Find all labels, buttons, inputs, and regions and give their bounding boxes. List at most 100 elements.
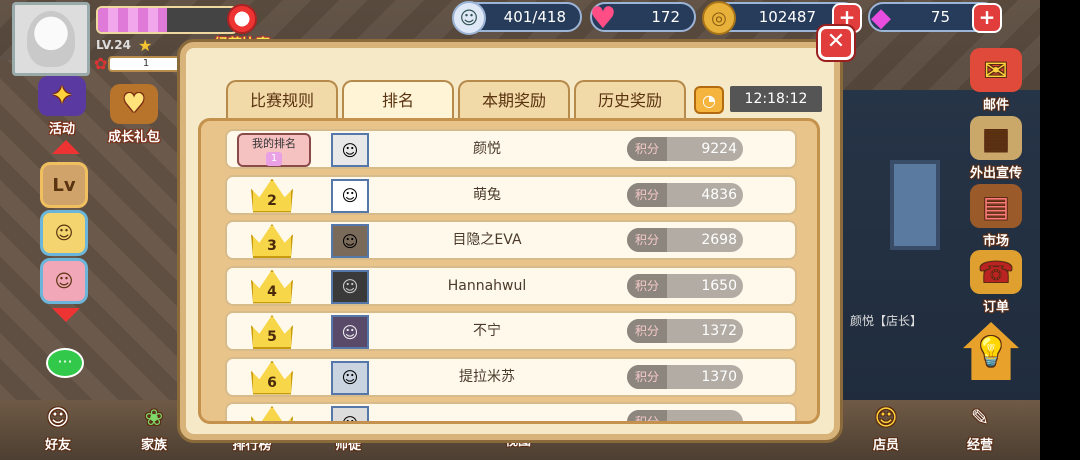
score-label: 积分 bbox=[627, 228, 667, 252]
add-gems-button[interactable]: + bbox=[972, 3, 1002, 33]
score-pill: 积分 9224 bbox=[627, 137, 743, 161]
player-name: 萌兔 bbox=[473, 186, 501, 203]
crown-icon: 5 bbox=[251, 315, 293, 349]
shop-owner-nametag: 颜悦【店长】 bbox=[850, 314, 923, 328]
tab-history-rewards[interactable]: 历史奖励 bbox=[574, 80, 686, 120]
rank-number: 1 bbox=[266, 152, 282, 166]
contest-ranking-dialog: 比赛规则 排名 本期奖励 历史奖励 ◔ 12:18:12 我的排名 1 ☺ 颜悦… bbox=[180, 42, 840, 440]
gems-value: 75 bbox=[930, 8, 950, 26]
coins-value: 102487 bbox=[758, 8, 816, 26]
rank-number: 2 bbox=[267, 192, 277, 209]
score-pill: 积分 1650 bbox=[627, 273, 743, 298]
rank-number: 5 bbox=[267, 329, 277, 345]
mail-button[interactable]: ✉ 邮件 bbox=[958, 48, 1034, 113]
player-level: LV.24 bbox=[96, 38, 131, 52]
score-value: 2698 bbox=[701, 232, 737, 248]
shop-staff-label: 店员 bbox=[872, 438, 899, 453]
market-button[interactable]: ▤ 市场 bbox=[958, 184, 1034, 249]
my-rank-badge: 我的排名 1 bbox=[237, 133, 311, 167]
market-basket-icon: ▤ bbox=[970, 184, 1022, 228]
screen-edge bbox=[1040, 0, 1080, 460]
crown-icon: 4 bbox=[251, 269, 293, 304]
close-button[interactable]: ✕ bbox=[818, 26, 854, 60]
scroll-down-arrow-icon[interactable] bbox=[52, 308, 80, 322]
promote-button[interactable]: ▦ 外出宣传 bbox=[954, 116, 1038, 181]
countdown-timer: 12:18:12 bbox=[730, 86, 822, 112]
crown-icon: 2 bbox=[251, 178, 293, 213]
scroll-up-arrow-icon[interactable] bbox=[52, 140, 80, 154]
lv-slot[interactable]: Lv bbox=[40, 162, 88, 208]
score-pill: 积分 1372 bbox=[627, 319, 743, 343]
player-name: 提拉米苏 bbox=[459, 368, 515, 385]
avatar[interactable]: ☺ bbox=[331, 360, 369, 395]
ranking-row[interactable]: 5 ☺ 不宁 积分 1372 bbox=[225, 311, 797, 351]
hearts-value: 172 bbox=[651, 8, 680, 26]
friends-button[interactable]: ☺ 好友 bbox=[28, 404, 88, 453]
coin-icon: ◎ bbox=[702, 1, 736, 35]
order-phone-icon: ☎ bbox=[970, 250, 1022, 294]
character-slot-blonde[interactable]: ☺ bbox=[40, 210, 88, 256]
avatar[interactable]: ☺ bbox=[331, 406, 369, 421]
avatar[interactable]: ☺ bbox=[331, 315, 369, 349]
resource-gems: ◆ 75 + bbox=[868, 2, 1002, 33]
market-label: 市场 bbox=[982, 234, 1009, 249]
ranking-row-partial[interactable]: ☺ 积分 bbox=[225, 402, 797, 421]
megaphone-icon: ✉ bbox=[970, 48, 1022, 92]
score-value: 1372 bbox=[701, 323, 737, 339]
ranking-row[interactable]: 4 ☺ Hannahwul 积分 1650 bbox=[225, 265, 797, 306]
score-label: 积分 bbox=[627, 410, 667, 421]
avatar[interactable]: ☺ bbox=[331, 269, 369, 304]
alarm-clock-icon bbox=[227, 4, 257, 34]
party-popper-icon: ✦ bbox=[38, 76, 86, 116]
map-icon: ▦ bbox=[970, 116, 1022, 160]
score-label: 积分 bbox=[627, 182, 667, 207]
ranking-row[interactable]: 3 ☺ 目隐之EVA 积分 2698 bbox=[225, 220, 797, 260]
shop-staff-button[interactable]: ☺ 店员 bbox=[856, 404, 916, 453]
activity-button[interactable]: ✦ 活动 bbox=[34, 76, 90, 137]
ranking-row[interactable]: 我的排名 1 ☺ 颜悦 积分 9224 bbox=[225, 129, 797, 169]
orders-button[interactable]: ☎ 订单 bbox=[958, 250, 1034, 315]
player-name: Hannahwul bbox=[447, 277, 527, 294]
player-avatar[interactable] bbox=[12, 2, 90, 76]
ranking-list[interactable]: 我的排名 1 ☺ 颜悦 积分 9224 2 ☺ 萌兔 积分 4836 3 ☺ 目… bbox=[198, 118, 820, 424]
family-button[interactable]: ❀ 家族 bbox=[124, 404, 184, 453]
tab-ranking[interactable]: 排名 bbox=[342, 80, 454, 120]
friends-icon: ☺ bbox=[46, 406, 70, 431]
growth-gift-label: 成长礼包 bbox=[107, 130, 160, 145]
ranking-row[interactable]: 2 ☺ 萌兔 积分 4836 bbox=[225, 174, 797, 215]
lv-slot-label: Lv bbox=[52, 174, 76, 196]
avatar[interactable]: ☺ bbox=[331, 178, 369, 213]
my-rank-label: 我的排名 bbox=[252, 137, 296, 150]
rose-icon: ✿ bbox=[94, 54, 108, 73]
manage-button[interactable]: ✎ 经营 bbox=[950, 404, 1010, 453]
notebook-pen-icon: ✎ bbox=[970, 406, 990, 431]
dialog-tabs: 比赛规则 排名 本期奖励 历史奖励 bbox=[226, 80, 686, 120]
chat-bubble-icon[interactable]: ··· bbox=[46, 348, 84, 378]
energy-value: 401/418 bbox=[503, 8, 566, 26]
family-label: 家族 bbox=[140, 438, 167, 453]
tab-current-rewards[interactable]: 本期奖励 bbox=[458, 80, 570, 120]
player-name: 颜悦 bbox=[473, 141, 501, 157]
avatar[interactable]: ☺ bbox=[331, 224, 369, 258]
growth-gift-button[interactable]: ♥ 成长礼包 bbox=[98, 84, 170, 145]
score-value: 4836 bbox=[701, 186, 737, 203]
score-pill: 积分 1370 bbox=[627, 364, 743, 389]
rank-number: 3 bbox=[267, 238, 277, 254]
rank-number: 4 bbox=[267, 283, 277, 300]
avatar[interactable]: ☺ bbox=[331, 133, 369, 167]
resource-energy: ☺ 401/418 bbox=[452, 1, 582, 35]
gem-icon: ◆ bbox=[871, 3, 891, 33]
scene-window bbox=[890, 160, 940, 250]
level-value-bar: 1 bbox=[108, 56, 184, 72]
score-pill: 积分 2698 bbox=[627, 228, 743, 252]
manage-label: 经营 bbox=[966, 438, 993, 453]
promote-label: 外出宣传 bbox=[969, 166, 1022, 181]
player-name: 不宁 bbox=[473, 323, 501, 339]
mail-label: 邮件 bbox=[982, 98, 1009, 113]
score-value: 9224 bbox=[701, 141, 737, 157]
character-slot-pink[interactable]: ☺ bbox=[40, 258, 88, 304]
tab-rules[interactable]: 比赛规则 bbox=[226, 80, 338, 120]
score-value: 1370 bbox=[701, 368, 737, 385]
ranking-row[interactable]: 6 ☺ 提拉米苏 积分 1370 bbox=[225, 356, 797, 397]
home-button[interactable]: 💡 bbox=[958, 322, 1024, 382]
